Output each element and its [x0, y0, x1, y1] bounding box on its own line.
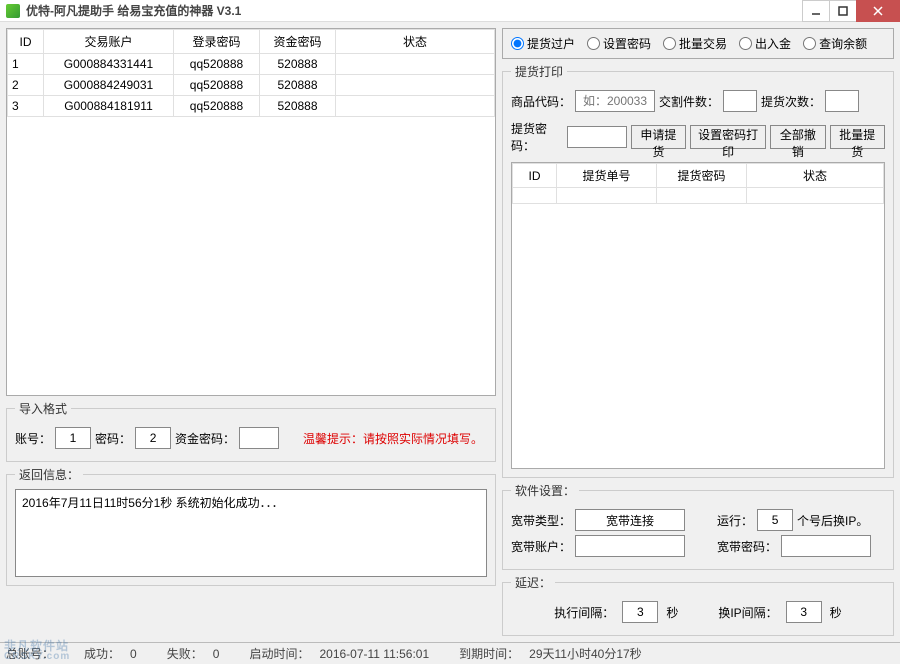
count-label: 交割件数： [659, 93, 719, 110]
col-status: 状态 [336, 30, 495, 54]
log-output[interactable]: 2016年7月11日11时56分1秒 系统初始化成功．．． [15, 489, 487, 577]
pickup-group: 提货打印 商品代码： 交割件数： 提货次数： 提货密码： 申请提货 设置密码打印… [502, 63, 894, 478]
pickup-pw-label: 提货密码： [511, 120, 563, 154]
account-col-input[interactable] [55, 427, 91, 449]
code-input[interactable] [575, 90, 655, 112]
bbpw-label: 宽带密码： [717, 538, 777, 555]
pw-col-input[interactable] [135, 427, 171, 449]
ip-input[interactable] [786, 601, 822, 623]
return-info-group: 返回信息： 2016年7月11日11时56分1秒 系统初始化成功．．． [6, 466, 496, 586]
mode-balance[interactable]: 查询余额 [803, 35, 867, 52]
count-input[interactable] [723, 90, 757, 112]
apply-button[interactable]: 申请提货 [631, 125, 686, 149]
accounts-table[interactable]: ID 交易账户 登录密码 资金密码 状态 1G000884331441qq520… [6, 28, 496, 396]
mode-selector: 提货过户 设置密码 批量交易 出入金 查询余额 [502, 28, 894, 59]
window-title: 优特-阿凡提助手 给易宝充值的神器 V3.1 [26, 2, 803, 19]
print-button[interactable]: 设置密码打印 [690, 125, 766, 149]
pt-col-id: ID [513, 164, 557, 188]
run-input[interactable] [757, 509, 793, 531]
run-label: 运行： [717, 512, 753, 529]
mode-batch[interactable]: 批量交易 [663, 35, 727, 52]
status-total: 总账号： [6, 645, 54, 662]
pickup-pw-input[interactable] [567, 126, 627, 148]
status-fail: 失败： 0 [167, 645, 220, 662]
pickup-legend: 提货打印 [511, 63, 567, 80]
window-controls [803, 0, 900, 22]
bbpw-input[interactable] [781, 535, 871, 557]
cancel-all-button[interactable]: 全部撤销 [770, 125, 825, 149]
times-input[interactable] [825, 90, 859, 112]
code-label: 商品代码： [511, 93, 571, 110]
settings-group: 软件设置： 宽带类型： 运行： 个号后换IP。 宽带账户： 宽带密码： [502, 482, 894, 570]
import-format-group: 导入格式 账号： 密码： 资金密码： 温馨提示：请按照实际情况填写。 [6, 400, 496, 462]
return-legend: 返回信息： [15, 466, 83, 483]
table-row[interactable]: 3G000884181911qq520888520888 [8, 96, 495, 117]
table-row[interactable]: 1G000884331441qq520888520888 [8, 54, 495, 75]
delay-legend: 延迟： [511, 574, 555, 591]
account-label: 账号： [15, 430, 51, 447]
ip-label: 换IP间隔： [718, 604, 777, 621]
pt-col-pw: 提货密码 [657, 164, 747, 188]
close-button[interactable] [856, 0, 900, 22]
acct-label: 宽带账户： [511, 538, 571, 555]
maximize-button[interactable] [829, 0, 857, 22]
acct-input[interactable] [575, 535, 685, 557]
col-id: ID [8, 30, 44, 54]
delay-group: 延迟： 执行间隔： 秒 换IP间隔： 秒 [502, 574, 894, 636]
sec1: 秒 [666, 604, 678, 621]
run-suffix: 个号后换IP。 [797, 512, 868, 529]
pt-col-order: 提货单号 [557, 164, 657, 188]
col-fundpw: 资金密码 [260, 30, 336, 54]
type-input[interactable] [575, 509, 685, 531]
tip-text: 温馨提示：请按照实际情况填写。 [303, 430, 483, 447]
col-account: 交易账户 [44, 30, 174, 54]
batch-button[interactable]: 批量提货 [830, 125, 885, 149]
sec2: 秒 [830, 604, 842, 621]
times-label: 提货次数： [761, 93, 821, 110]
pickup-table[interactable]: ID 提货单号 提货密码 状态 [511, 162, 885, 469]
type-label: 宽带类型： [511, 512, 571, 529]
mode-setpw[interactable]: 设置密码 [587, 35, 651, 52]
status-end: 到期时间： 29天11小时40分17秒 [459, 645, 642, 662]
status-bar: 总账号： 成功： 0 失败： 0 启动时间： 2016-07-11 11:56:… [0, 642, 900, 664]
exec-input[interactable] [622, 601, 658, 623]
mode-pickup[interactable]: 提货过户 [511, 35, 575, 52]
fund-col-input[interactable] [239, 427, 279, 449]
status-start: 启动时间： 2016-07-11 11:56:01 [249, 645, 429, 662]
pt-col-status: 状态 [747, 164, 884, 188]
exec-label: 执行间隔： [554, 604, 614, 621]
import-legend: 导入格式 [15, 400, 71, 417]
mode-fund[interactable]: 出入金 [739, 35, 791, 52]
settings-legend: 软件设置： [511, 482, 579, 499]
fund-label: 资金密码： [175, 430, 235, 447]
col-loginpw: 登录密码 [174, 30, 260, 54]
table-row[interactable]: 2G000884249031qq520888520888 [8, 75, 495, 96]
pw-label: 密码： [95, 430, 131, 447]
title-bar: 优特-阿凡提助手 给易宝充值的神器 V3.1 [0, 0, 900, 22]
status-success: 成功： 0 [84, 645, 137, 662]
app-icon [6, 4, 20, 18]
minimize-button[interactable] [802, 0, 830, 22]
